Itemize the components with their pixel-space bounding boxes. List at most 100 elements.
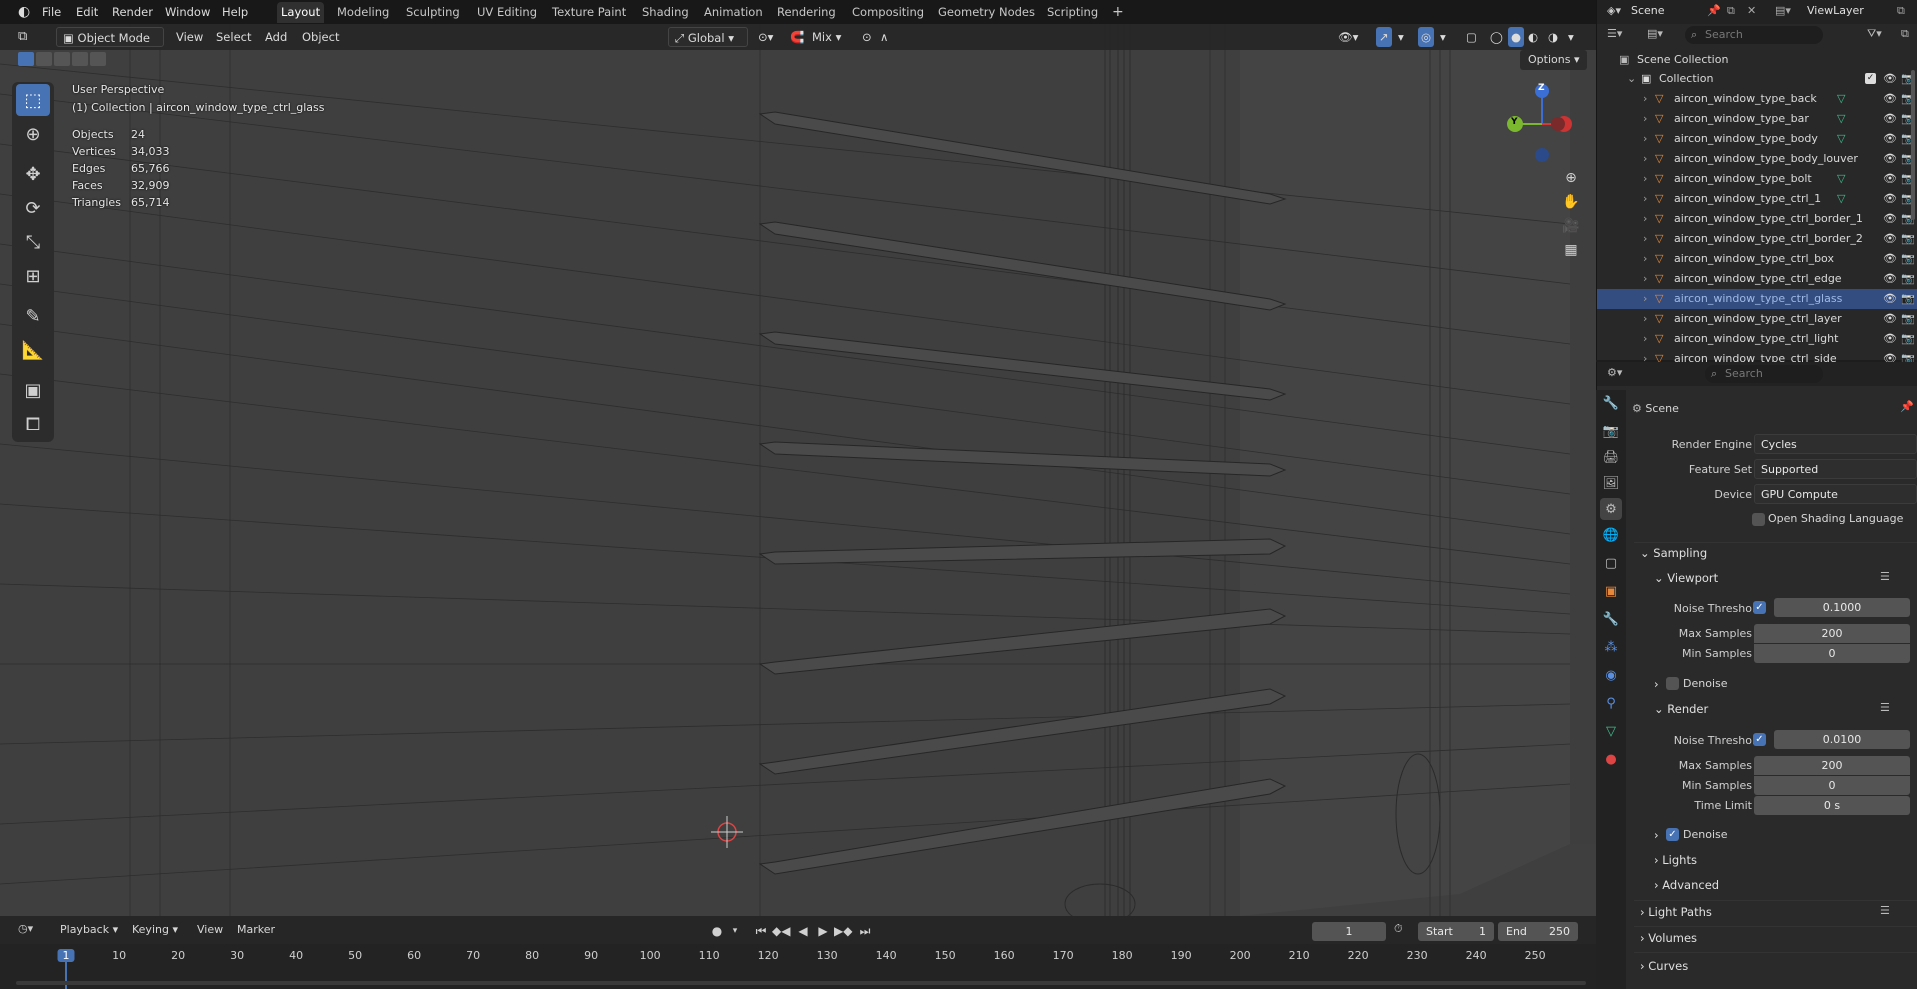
menu-object[interactable]: Object [302, 27, 339, 47]
render-subpanel-header[interactable]: ⌄ Render [1654, 698, 1708, 720]
eye-icon[interactable]: 👁 [1883, 109, 1897, 129]
physics-tab-icon[interactable]: ◉ [1600, 664, 1622, 686]
outliner-item[interactable]: › ▽ aircon_window_type_ctrl_1 ▽ 👁 📷 [1597, 189, 1917, 209]
object-tab-icon[interactable]: ▣ [1600, 580, 1622, 602]
osl-checkbox[interactable] [1752, 513, 1765, 526]
display-mode-icon[interactable]: ▤▾ [1647, 27, 1663, 40]
scene-tab-icon[interactable]: ⚙ [1600, 498, 1622, 520]
render-engine-dropdown[interactable]: Cycles [1754, 434, 1917, 454]
camera-icon[interactable]: 📷 [1901, 309, 1915, 329]
current-frame-field[interactable]: 1 [1312, 922, 1386, 941]
next-keyframe-icon[interactable]: ▶◆ [834, 922, 852, 940]
annotate-icon[interactable]: ✎ [16, 300, 50, 332]
options-dropdown[interactable]: Options ▾ [1520, 50, 1588, 70]
play-reverse-icon[interactable]: ◀ [794, 922, 812, 940]
expand-arrow-icon[interactable]: › [1643, 169, 1647, 189]
select-intersect-icon[interactable] [90, 52, 106, 66]
view-layer-tab-icon[interactable]: 🖼 [1600, 472, 1622, 494]
add-object-icon[interactable]: ⧠ [16, 408, 50, 440]
filter-icon[interactable]: ⛛▾ [1867, 27, 1882, 41]
menu-file[interactable]: File [42, 2, 61, 22]
advanced-subpanel-header[interactable]: › Advanced [1654, 874, 1719, 896]
zoom-icon[interactable]: ⊕ [1565, 170, 1577, 186]
device-dropdown[interactable]: GPU Compute [1754, 484, 1917, 504]
preset-list-icon[interactable]: ☰ [1880, 570, 1890, 583]
view-layer-name[interactable]: ViewLayer [1807, 4, 1864, 17]
material-tab-icon[interactable]: ● [1600, 748, 1622, 770]
tab-uv-editing[interactable]: UV Editing [473, 2, 541, 23]
render-noise-threshold-field[interactable]: 0.0100 [1774, 730, 1910, 749]
constraints-tab-icon[interactable]: ⚲ [1600, 692, 1622, 714]
outliner-item[interactable]: › ▽ aircon_window_type_bolt ▽ 👁 📷 [1597, 169, 1917, 189]
eye-icon[interactable]: 👁 [1883, 269, 1897, 289]
camera-icon[interactable]: 📷 [1901, 269, 1915, 289]
blender-logo-icon[interactable]: ◐ [18, 2, 30, 22]
eye-icon[interactable]: 👁 [1883, 209, 1897, 229]
move-icon[interactable]: ✥ [16, 158, 50, 190]
properties-editor-icon[interactable]: ⚙▾ [1607, 366, 1622, 379]
3d-viewport[interactable] [0, 24, 1596, 916]
gizmo-toggle-icon[interactable]: ↗ [1376, 27, 1392, 47]
eye-icon[interactable]: 👁 [1883, 189, 1897, 209]
tab-animation[interactable]: Animation [700, 2, 767, 23]
delete-scene-icon[interactable]: ✕ [1747, 4, 1756, 17]
menu-add[interactable]: Add [265, 27, 287, 47]
stopwatch-icon[interactable]: ⏱ [1394, 922, 1403, 936]
expand-arrow-icon[interactable]: › [1643, 129, 1647, 149]
menu-keying[interactable]: Keying ▾ [132, 923, 178, 936]
render-min-samples-field[interactable]: 0 [1754, 776, 1910, 795]
scale-icon[interactable]: ⤡ [16, 226, 50, 258]
menu-edit[interactable]: Edit [76, 2, 98, 22]
outliner-editor-icon[interactable]: ☰▾ [1607, 27, 1622, 40]
tab-scripting[interactable]: Scripting [1043, 2, 1102, 23]
editor-type-icon[interactable]: ⧉ [18, 27, 27, 47]
outliner-item[interactable]: › ▽ aircon_window_type_back ▽ 👁 📷 [1597, 89, 1917, 109]
start-frame-field[interactable]: Start 1 [1418, 922, 1494, 941]
world-tab-icon[interactable]: 🌐 [1600, 524, 1622, 546]
pin-icon[interactable]: 📌 [1707, 4, 1721, 17]
select-box-icon[interactable]: ⬚ [16, 84, 50, 116]
camera-icon[interactable]: 📷 [1901, 249, 1915, 269]
expand-arrow-icon[interactable]: › [1643, 269, 1647, 289]
outliner-item[interactable]: › ▽ aircon_window_type_ctrl_layer 👁 📷 [1597, 309, 1917, 329]
render-denoise-header[interactable]: › [1654, 824, 1659, 846]
select-extend-icon[interactable] [36, 52, 52, 66]
light-paths-panel-header[interactable]: › Light Paths [1640, 901, 1712, 923]
eye-icon[interactable]: 👁 [1883, 229, 1897, 249]
volumes-panel-header[interactable]: › Volumes [1640, 927, 1697, 949]
viewport-noise-threshold-field[interactable]: 0.1000 [1774, 598, 1910, 617]
prev-keyframe-icon[interactable]: ◆◀ [772, 922, 790, 940]
tab-sculpting[interactable]: Sculpting [402, 2, 464, 23]
camera-icon[interactable]: 📷 [1901, 329, 1915, 349]
preset-list-icon[interactable]: ☰ [1880, 904, 1890, 917]
particles-tab-icon[interactable]: ⁂ [1600, 636, 1622, 658]
record-icon[interactable]: ● [708, 922, 726, 940]
grid-view-icon[interactable]: ▦ [1564, 242, 1577, 258]
expand-arrow-icon[interactable]: › [1643, 289, 1647, 309]
modifier-tab-icon[interactable]: 🔧 [1600, 608, 1622, 630]
play-icon[interactable]: ▶ [814, 922, 832, 940]
select-new-icon[interactable] [18, 52, 34, 66]
preset-list-icon[interactable]: ☰ [1880, 701, 1890, 714]
outliner-item[interactable]: › ▽ aircon_window_type_body ▽ 👁 📷 [1597, 129, 1917, 149]
measure-icon[interactable]: 📐 [16, 334, 50, 366]
viewport-subpanel-header[interactable]: ⌄ Viewport [1654, 567, 1718, 589]
render-max-samples-field[interactable]: 200 [1754, 756, 1910, 775]
menu-help[interactable]: Help [222, 2, 248, 22]
time-limit-field[interactable]: 0 s [1754, 796, 1910, 815]
expand-arrow-icon[interactable]: › [1643, 329, 1647, 349]
falloff-icon[interactable]: ∧ [880, 27, 888, 47]
eye-icon[interactable]: 👁 [1883, 129, 1897, 149]
navigation-gizmo[interactable]: Z Y [1500, 80, 1580, 170]
outliner-item[interactable]: › ▽ aircon_window_type_ctrl_glass 👁 📷 [1597, 289, 1917, 309]
select-invert-icon[interactable] [72, 52, 88, 66]
end-frame-field[interactable]: End 250 [1498, 922, 1578, 941]
menu-marker[interactable]: Marker [237, 923, 275, 936]
scene-icon[interactable]: ◈▾ [1607, 4, 1621, 17]
timeline-scrollbar[interactable] [16, 981, 1586, 985]
shading-dropdown-icon[interactable]: ▾ [1568, 27, 1574, 47]
pivot-icon[interactable]: ⊙▾ [758, 27, 773, 47]
curves-panel-header[interactable]: › Curves [1640, 955, 1688, 977]
expand-arrow-icon[interactable]: › [1643, 189, 1647, 209]
outliner-item[interactable]: › ▽ aircon_window_type_bar ▽ 👁 📷 [1597, 109, 1917, 129]
